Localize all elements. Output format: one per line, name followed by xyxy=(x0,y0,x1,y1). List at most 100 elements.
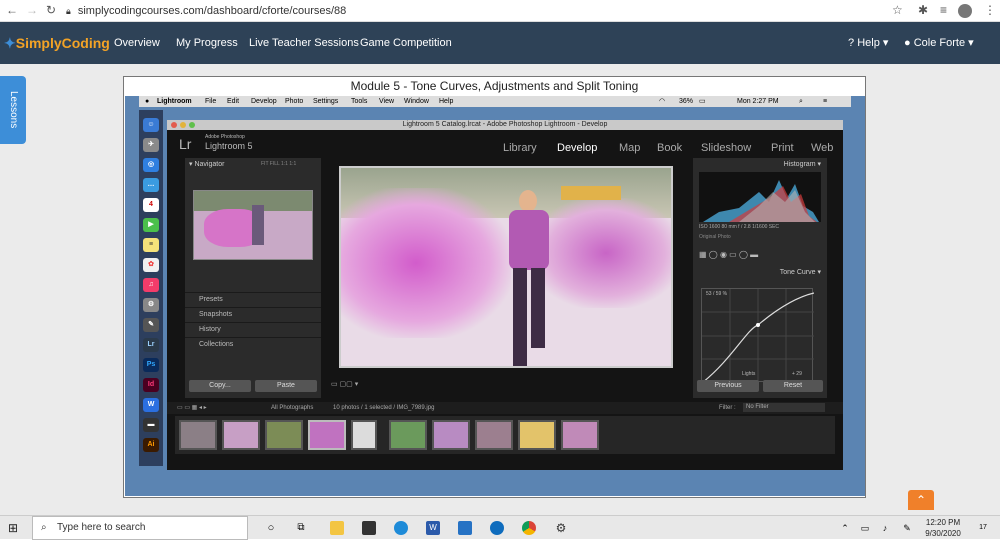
messages-icon: … xyxy=(143,178,159,192)
histogram-exif: ISO 1600 80 mm f / 2.8 1/1600 SEC xyxy=(699,224,780,230)
tone-curve-header: Tone Curve ▾ xyxy=(779,269,821,276)
network-icon[interactable]: ▭ xyxy=(858,521,872,535)
globe-app-icon[interactable] xyxy=(490,521,504,535)
module-develop: Develop xyxy=(557,142,598,154)
mail-icon[interactable] xyxy=(458,521,472,535)
view-mode-buttons: ▭ ▢▢ ▾ xyxy=(331,381,359,388)
site-logo[interactable]: ✦SimplyCoding xyxy=(4,22,110,64)
filmstrip-thumb xyxy=(475,420,513,450)
facetime-icon: ▶ xyxy=(143,218,159,232)
settings-gear-icon[interactable]: ⚙ xyxy=(554,521,568,535)
launchpad-icon: ✈ xyxy=(143,138,159,152)
reload-icon[interactable]: ↻ xyxy=(46,3,56,17)
previous-button: Previous xyxy=(697,380,759,392)
module-library: Library xyxy=(503,142,537,154)
extensions-icon[interactable]: ✱ xyxy=(918,3,928,17)
logo-text: SimplyCoding xyxy=(15,35,110,51)
module-web: Web xyxy=(811,142,834,154)
url-text: simplycodingcourses.com/dashboard/cforte… xyxy=(77,5,347,17)
apple-icon: ● xyxy=(145,98,150,105)
nav-game-competition[interactable]: Game Competition xyxy=(360,22,452,64)
tray-chevron-icon[interactable]: ⌃ xyxy=(838,521,852,535)
store-icon[interactable] xyxy=(362,521,376,535)
notes-icon: ≡ xyxy=(143,238,159,252)
navigator-title: Navigator xyxy=(194,161,225,168)
menu-tools: Tools xyxy=(351,98,368,105)
mac-dock: ☺ ✈ ◎ … 4 ▶ ≡ ✿ ♫ ⚙ ✎ Lr Ps Id W ▬ Ai xyxy=(139,110,163,466)
menu-view: View xyxy=(379,98,395,105)
lr-logo-name: Lightroom 5 xyxy=(205,141,253,151)
filmstrip-source: All Photographs xyxy=(271,405,314,411)
navigator-zoom-options: FIT FILL 1:1 1:1 xyxy=(261,161,297,167)
tone-curve-lights-label: Lights xyxy=(742,371,756,377)
lock-icon: 🔒︎ xyxy=(66,6,71,16)
histogram-chart xyxy=(699,172,821,222)
search-icon: ⌕ xyxy=(41,522,47,533)
lesson-video[interactable]: ● Lightroom File Edit Develop Photo Sett… xyxy=(125,96,865,496)
scroll-to-top-button[interactable]: ⌃ xyxy=(908,490,934,510)
reading-list-icon[interactable]: ≡ xyxy=(940,3,947,17)
lessons-tab[interactable]: Lessons xyxy=(0,76,26,144)
paste-button: Paste xyxy=(255,380,317,392)
tone-curve-readout: 53 / 59 % xyxy=(706,291,728,297)
spotlight-icon: ⌕ xyxy=(799,98,803,105)
nav-overview[interactable]: Overview xyxy=(114,22,160,64)
lightroom-dock-icon: Lr xyxy=(143,338,159,352)
edge-icon[interactable] xyxy=(394,521,408,535)
user-menu[interactable]: ● Cole Forte ▾ xyxy=(904,22,974,64)
music-icon: ♫ xyxy=(143,278,159,292)
windows-taskbar: ⊞ ⌕ Type here to search ○ ⧉ W ⚙ ⌃ ▭ ♪ ✎ … xyxy=(0,515,1000,540)
original-photo-label: Original Photo xyxy=(699,234,731,240)
back-icon[interactable]: ← xyxy=(6,3,18,17)
lr-logo-subtitle: Adobe Photoshop xyxy=(205,134,245,140)
site-header: ✦SimplyCoding Overview My Progress Live … xyxy=(0,22,1000,64)
module-title: Module 5 - Tone Curves, Adjustments and … xyxy=(350,79,639,93)
cortana-icon[interactable]: ○ xyxy=(264,521,278,535)
filmstrip-thumb xyxy=(432,420,470,450)
lightroom-logo: Lr Adobe Photoshop Lightroom 5 xyxy=(179,134,253,152)
filmstrip-thumb-selected xyxy=(308,420,346,450)
profile-avatar[interactable] xyxy=(958,4,972,18)
notification-count: 17 xyxy=(979,524,987,531)
lightroom-left-panel: ▾ Navigator FIT FILL 1:1 1:1 Presets Sna… xyxy=(185,158,321,398)
menu-file: File xyxy=(205,98,217,105)
notifications-icon[interactable]: 17 xyxy=(976,521,990,535)
file-explorer-icon[interactable] xyxy=(330,521,344,535)
finder-icon: ☺ xyxy=(143,118,159,132)
menu-edit: Edit xyxy=(227,98,240,105)
filmstrip-thumb xyxy=(351,420,377,450)
filter-label: Filter : xyxy=(719,405,736,411)
module-map: Map xyxy=(619,142,641,154)
mac-menubar: ● Lightroom File Edit Develop Photo Sett… xyxy=(139,96,851,107)
presets-panel: Presets xyxy=(185,292,321,306)
copy-button: Copy... xyxy=(189,380,251,392)
task-view-icon[interactable]: ⧉ xyxy=(294,521,308,535)
filmstrip-thumb xyxy=(389,420,427,450)
browser-menu-icon[interactable]: ⋮ xyxy=(984,3,996,17)
taskbar-time: 12:20 PM xyxy=(925,518,961,527)
star-icon[interactable]: ☆ xyxy=(892,3,903,17)
nav-my-progress[interactable]: My Progress xyxy=(176,22,238,64)
chrome-icon[interactable] xyxy=(522,521,536,535)
taskbar-clock[interactable]: 12:20 PM 9/30/2020 xyxy=(918,517,968,539)
help-menu[interactable]: ? Help ▾ xyxy=(848,22,888,64)
histogram-title: Histogram xyxy=(783,161,816,168)
user-icon: ● xyxy=(904,37,911,49)
forward-icon[interactable]: → xyxy=(26,3,38,17)
word-icon[interactable]: W xyxy=(426,521,440,535)
address-bar[interactable]: 🔒︎ simplycodingcourses.com/dashboard/cfo… xyxy=(66,2,886,20)
windows-start-icon[interactable]: ⊞ xyxy=(8,521,22,535)
menu-help: Help xyxy=(439,98,454,105)
taskbar-search[interactable]: ⌕ Type here to search xyxy=(32,516,248,540)
volume-icon[interactable]: ♪ xyxy=(878,521,892,535)
tone-curve-lights-value: + 29 xyxy=(792,371,802,377)
nav-live-teacher-sessions[interactable]: Live Teacher Sessions xyxy=(249,22,359,64)
develop-tool-strip: ▦ ◯ ◉ ▭ ◯ ▬ xyxy=(699,250,759,259)
menu-lightroom: Lightroom xyxy=(157,98,192,105)
logo-icon: ✦ xyxy=(4,35,16,51)
taskbar-date: 9/30/2020 xyxy=(925,529,961,538)
tone-curve-title: Tone Curve xyxy=(779,269,816,276)
word-dock-icon: W xyxy=(143,398,159,412)
lightroom-window-title: Lightroom 5 Catalog.lrcat - Adobe Photos… xyxy=(402,121,608,128)
pen-icon[interactable]: ✎ xyxy=(900,521,914,535)
